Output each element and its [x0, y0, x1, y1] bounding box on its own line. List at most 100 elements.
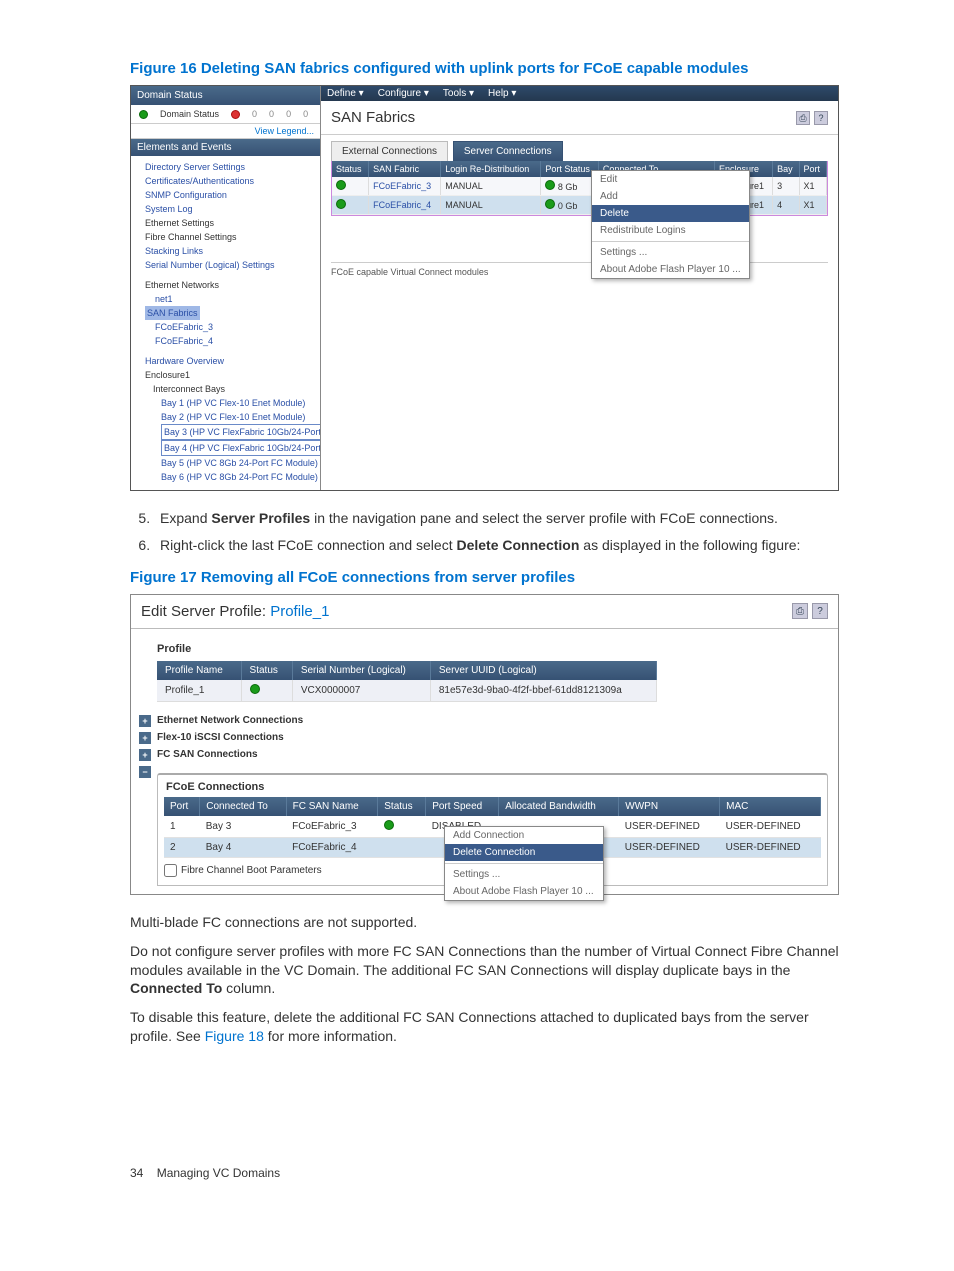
td-connto: Bay 4 [200, 837, 286, 857]
tree-syslog[interactable]: System Log [145, 202, 316, 216]
ctx-flash[interactable]: About Adobe Flash Player 10 ... [592, 261, 749, 278]
ctx-delete-connection[interactable]: Delete Connection [445, 844, 603, 861]
ctx-flash[interactable]: About Adobe Flash Player 10 ... [445, 883, 603, 900]
tree-f4[interactable]: FCoEFabric_4 [145, 334, 316, 348]
exp-iscsi-label: Flex-10 iSCSI Connections [157, 732, 284, 743]
view-legend-link[interactable]: View Legend... [131, 124, 320, 139]
th-bw: Allocated Bandwidth [499, 797, 619, 816]
profile-table: Profile Name Status Serial Number (Logic… [157, 661, 828, 702]
td-pstat: 8 Gb [558, 182, 578, 192]
figure16-screenshot: Domain Status Domain Status 0 0 0 0 View… [130, 85, 839, 491]
tree-cert[interactable]: Certificates/Authentications [145, 174, 316, 188]
menu-configure[interactable]: Configure ▾ [378, 88, 429, 99]
table-row[interactable]: FCoEFabric_3 MANUAL 8 Gb 51:08:05:F3:00:… [332, 177, 827, 196]
ctx-settings[interactable]: Settings ... [445, 866, 603, 883]
tree-fcs[interactable]: Fibre Channel Settings [145, 230, 316, 244]
tree-enet[interactable]: Ethernet Networks [145, 278, 316, 292]
step-5: Expand Server Profiles in the navigation… [154, 509, 839, 528]
domain-status-bar: Domain Status 0 0 0 0 [131, 105, 320, 124]
tab-external-connections[interactable]: External Connections [331, 141, 448, 161]
toolbar-menu[interactable]: Define ▾ Configure ▾ Tools ▾ Help ▾ [321, 86, 838, 101]
ctx-redist[interactable]: Redistribute Logins [592, 222, 749, 239]
tabs: External Connections Server Connections [321, 135, 838, 161]
ctx-add-connection[interactable]: Add Connection [445, 827, 603, 844]
tree-stack[interactable]: Stacking Links [145, 244, 316, 258]
tree-b1[interactable]: Bay 1 (HP VC Flex-10 Enet Module) [145, 396, 316, 410]
para2-post: column. [222, 980, 275, 996]
th-profile-name: Profile Name [157, 661, 241, 680]
step5-pre: Expand [160, 510, 211, 526]
para-multiblade: Multi-blade FC connections are not suppo… [130, 913, 839, 932]
expand-icon[interactable]: + [139, 749, 151, 761]
para2-pre: Do not configure server profiles with mo… [130, 943, 839, 978]
th-mac: MAC [720, 797, 821, 816]
td-port: 2 [164, 837, 200, 857]
checkbox-icon[interactable] [164, 864, 177, 877]
td-sn: VCX0000007 [292, 680, 430, 702]
step5-bold: Server Profiles [211, 510, 310, 526]
tree-ib[interactable]: Interconnect Bays [145, 382, 316, 396]
ctx-add[interactable]: Add [592, 188, 749, 205]
figure18-link[interactable]: Figure 18 [205, 1028, 264, 1044]
help-icon[interactable]: ? [814, 111, 828, 125]
tree-directory[interactable]: Directory Server Settings [145, 160, 316, 174]
ss1-left-pane: Domain Status Domain Status 0 0 0 0 View… [131, 86, 321, 490]
help-icon[interactable]: ? [812, 603, 828, 619]
tree-f3[interactable]: FCoEFabric_3 [145, 320, 316, 334]
menu-help[interactable]: Help ▾ [488, 88, 516, 99]
print-icon[interactable]: ⎙ [792, 603, 808, 619]
ctx-delete[interactable]: Delete [592, 205, 749, 222]
edit-profile-title-pre: Edit Server Profile: [141, 603, 270, 620]
td-san: FCoEFabric_4 [369, 196, 441, 215]
figure17-title: Figure 17 Removing all FCoE connections … [130, 569, 839, 586]
tree-hw[interactable]: Hardware Overview [145, 354, 316, 368]
exp-fcsan[interactable]: +FC SAN Connections [157, 746, 828, 763]
ctx-settings[interactable]: Settings ... [592, 244, 749, 261]
menu-define[interactable]: Define ▾ [327, 88, 364, 99]
tab-server-connections[interactable]: Server Connections [453, 141, 563, 161]
nav-tree[interactable]: Directory Server Settings Certificates/A… [131, 156, 320, 490]
tree-net1[interactable]: net1 [145, 292, 316, 306]
status-ok-icon [139, 110, 148, 119]
para2-bold: Connected To [130, 980, 222, 996]
status-count-0b: 0 [269, 109, 274, 119]
tree-b5[interactable]: Bay 5 (HP VC 8Gb 24-Port FC Module) [145, 456, 316, 470]
elements-events-header: Elements and Events [131, 139, 320, 156]
tree-b2[interactable]: Bay 2 (HP VC Flex-10 Enet Module) [145, 410, 316, 424]
tree-eth[interactable]: Ethernet Settings [145, 216, 316, 230]
td-port: X1 [799, 177, 826, 196]
th-connto: Connected To [200, 797, 286, 816]
status-ok-icon [545, 180, 555, 190]
tree-b6[interactable]: Bay 6 (HP VC 8Gb 24-Port FC Module) [145, 470, 316, 484]
collapse-icon[interactable]: − [139, 766, 151, 778]
step5-post: in the navigation pane and select the se… [310, 510, 778, 526]
status-count-0d: 0 [303, 109, 308, 119]
context-menu[interactable]: Add Connection Delete Connection Setting… [444, 826, 604, 901]
page-footer: 34 Managing VC Domains [130, 1166, 839, 1180]
step6-bold: Delete Connection [456, 537, 579, 553]
page-section: Managing VC Domains [157, 1166, 280, 1180]
ctx-edit[interactable]: Edit [592, 171, 749, 188]
td-wwpn: USER-DEFINED [619, 837, 720, 857]
expand-icon[interactable]: + [139, 732, 151, 744]
tree-snmp[interactable]: SNMP Configuration [145, 188, 316, 202]
th-uuid: Server UUID (Logical) [430, 661, 656, 680]
fc-boot-params-label: Fibre Channel Boot Parameters [181, 865, 322, 876]
status-ok-icon [545, 199, 555, 209]
ss1-right-pane: Define ▾ Configure ▾ Tools ▾ Help ▾ SAN … [321, 86, 838, 490]
exp-iscsi[interactable]: +Flex-10 iSCSI Connections [157, 729, 828, 746]
menu-tools[interactable]: Tools ▾ [443, 88, 474, 99]
tree-b3[interactable]: Bay 3 (HP VC FlexFabric 10Gb/24-Port Mod… [161, 424, 320, 440]
ctx-separator [592, 241, 749, 242]
context-menu[interactable]: Edit Add Delete Redistribute Logins Sett… [591, 170, 750, 279]
exp-fcoe[interactable]: − [157, 763, 828, 769]
tree-sanfabrics[interactable]: SAN Fabrics [145, 306, 200, 320]
tree-enc1[interactable]: Enclosure1 [145, 368, 316, 382]
table-row[interactable]: FCoEFabric_4 MANUAL 0 Gb 51:08:05:F3:00:… [332, 196, 827, 215]
tree-b4[interactable]: Bay 4 (HP VC FlexFabric 10Gb/24-Port Mod… [161, 440, 320, 456]
expand-icon[interactable]: + [139, 715, 151, 727]
exp-enc[interactable]: +Ethernet Network Connections [157, 712, 828, 729]
td-bay: 3 [773, 177, 799, 196]
print-icon[interactable]: ⎙ [796, 111, 810, 125]
tree-snls[interactable]: Serial Number (Logical) Settings [145, 258, 316, 272]
